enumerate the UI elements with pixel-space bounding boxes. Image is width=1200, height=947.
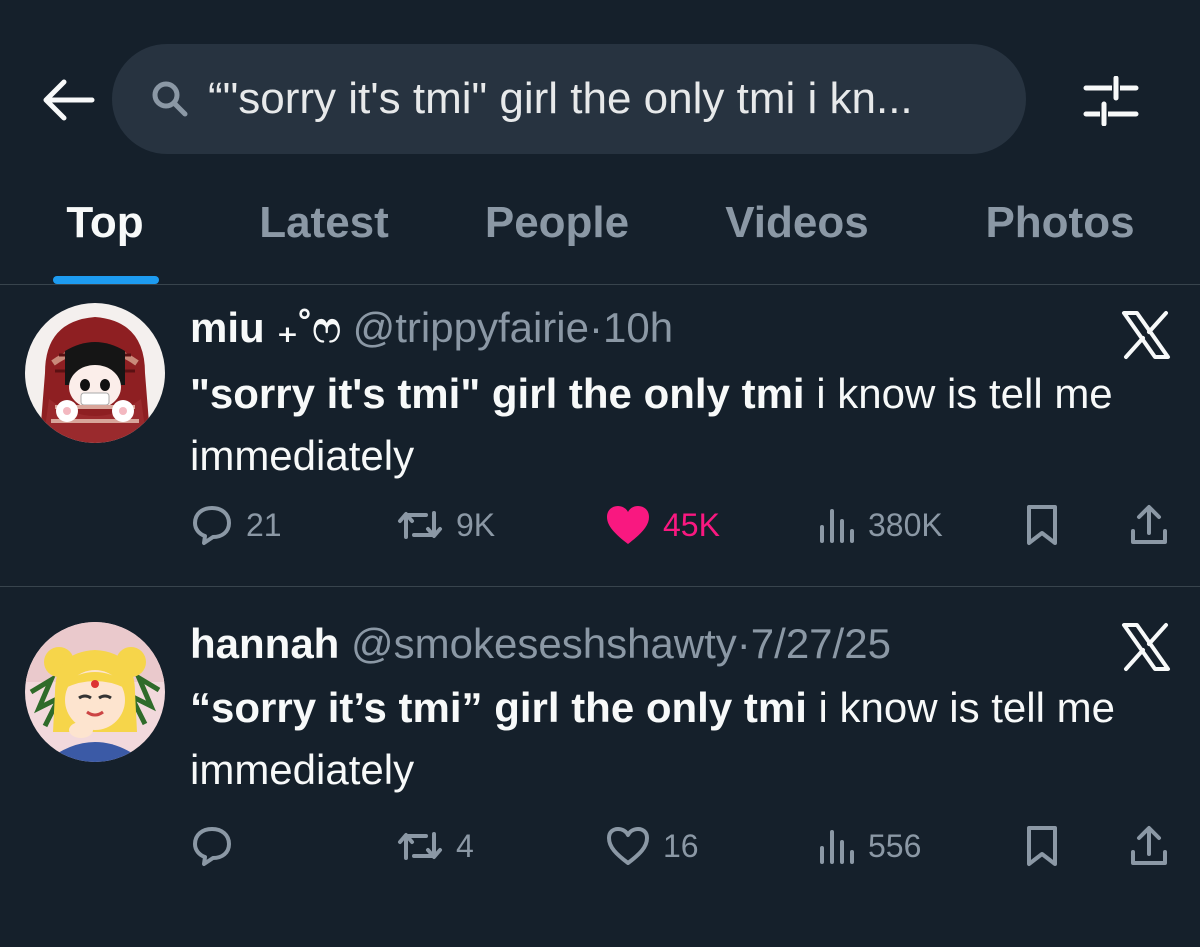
filter-button[interactable]: [1076, 70, 1146, 132]
x-logo-icon[interactable]: [1120, 621, 1172, 673]
tweet-actions: 4 16 556: [0, 821, 1200, 871]
tab-people[interactable]: People: [485, 198, 629, 248]
tab-photos[interactable]: Photos: [985, 198, 1134, 248]
like-button[interactable]: 45K: [605, 500, 720, 550]
avatar[interactable]: [25, 303, 165, 443]
avatar[interactable]: [25, 622, 165, 762]
retweet-count: 4: [456, 827, 474, 864]
tweet-header: miu ₊˚ෆ @trippyfairie·10h: [190, 303, 673, 353]
tweet[interactable]: hannah @smokeseshshawty·7/27/25 “sorry i…: [0, 587, 1200, 947]
views-icon: [820, 509, 854, 543]
tab-videos[interactable]: Videos: [725, 198, 868, 248]
x-logo-icon[interactable]: [1120, 309, 1172, 361]
back-arrow-icon: [43, 79, 95, 121]
reply-icon: [193, 827, 231, 866]
tweet-text: “sorry it’s tmi” girl the only tmi i kno…: [190, 677, 1170, 801]
reply-count: 21: [246, 506, 282, 543]
bookmark-icon: [1027, 826, 1057, 866]
tweet-timestamp[interactable]: 10h: [603, 304, 673, 351]
back-button[interactable]: [38, 74, 98, 126]
reply-button[interactable]: [190, 821, 246, 871]
search-icon: [150, 79, 190, 119]
retweet-button[interactable]: 9K: [396, 500, 495, 550]
tab-latest[interactable]: Latest: [259, 198, 389, 248]
search-tabs: Top Latest People Videos Photos: [0, 184, 1200, 284]
like-count: 45K: [663, 506, 720, 543]
heart-icon: [607, 506, 649, 544]
tweet-header: hannah @smokeseshshawty·7/27/25: [190, 619, 891, 669]
bookmark-button[interactable]: [1024, 500, 1060, 550]
tweet-timestamp[interactable]: 7/27/25: [751, 620, 891, 667]
share-button[interactable]: [1128, 821, 1170, 871]
separator-dot: ·: [736, 620, 751, 667]
views-button[interactable]: 556: [816, 821, 921, 871]
tweet-text-highlight: “sorry it’s tmi” girl the only tmi: [190, 684, 807, 731]
retweet-button[interactable]: 4: [396, 821, 474, 871]
tab-top[interactable]: Top: [66, 198, 143, 248]
filter-sliders-icon: [1083, 76, 1139, 126]
reply-button[interactable]: 21: [190, 500, 282, 550]
user-handle[interactable]: @trippyfairie: [353, 304, 589, 351]
search-input[interactable]: “"sorry it's tmi" girl the only tmi i kn…: [112, 44, 1026, 154]
search-header: “"sorry it's tmi" girl the only tmi i kn…: [0, 0, 1200, 285]
tweet-text: "sorry it's tmi" girl the only tmi i kno…: [190, 363, 1170, 487]
share-icon: [1131, 505, 1167, 544]
views-button[interactable]: 380K: [816, 500, 943, 550]
tweet[interactable]: miu ₊˚ෆ @trippyfairie·10h "sorry it's tm…: [0, 285, 1200, 587]
tweet-text-highlight: "sorry it's tmi" girl the only tmi: [190, 370, 805, 417]
tweet-actions: 21 9K 45K 380K: [0, 500, 1200, 550]
retweet-icon: [398, 511, 442, 539]
share-button[interactable]: [1128, 500, 1170, 550]
views-icon: [820, 830, 854, 864]
active-tab-indicator: [53, 276, 159, 284]
user-handle[interactable]: @smokeseshshawty: [351, 620, 737, 667]
view-count: 556: [868, 827, 922, 864]
separator-dot: ·: [588, 304, 603, 351]
bookmark-icon: [1027, 505, 1057, 545]
search-query: “"sorry it's tmi" girl the only tmi i kn…: [208, 74, 913, 123]
display-name[interactable]: hannah: [190, 620, 339, 667]
like-button[interactable]: 16: [605, 821, 699, 871]
bookmark-button[interactable]: [1024, 821, 1060, 871]
retweet-count: 9K: [456, 506, 496, 543]
reply-icon: [193, 506, 231, 545]
share-icon: [1131, 826, 1167, 865]
like-count: 16: [663, 827, 699, 864]
display-name[interactable]: miu ₊˚ෆ: [190, 304, 341, 351]
view-count: 380K: [868, 506, 943, 543]
retweet-icon: [398, 832, 442, 860]
heart-icon: [607, 827, 649, 865]
